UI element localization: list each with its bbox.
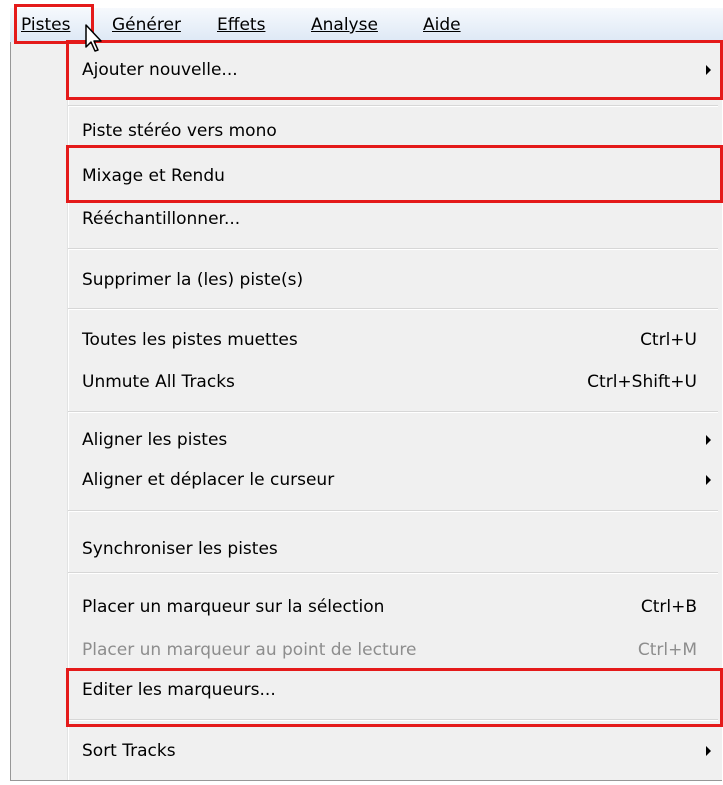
submenu-arrow-icon [706, 65, 711, 75]
menu-separator [68, 411, 718, 413]
menu-item-aligner-deplacer-curseur[interactable]: Aligner et déplacer le curseur [11, 463, 723, 497]
menu-item-supprimer-pistes[interactable]: Supprimer la (les) piste(s) [11, 263, 723, 297]
menu-item-marqueur-point-lecture: Placer un marqueur au point de lecture C… [11, 633, 723, 667]
menu-separator [68, 572, 718, 574]
menu-item-shortcut: Ctrl+M [637, 640, 697, 660]
submenu-arrow-icon [706, 475, 711, 485]
menu-item-label: Editer les marqueurs... [82, 680, 276, 700]
menu-item-reechantillonner[interactable]: Rééchantillonner... [11, 202, 723, 236]
menu-item-label: Mixage et Rendu [82, 166, 225, 186]
menu-item-label: Ajouter nouvelle... [82, 60, 238, 80]
menu-pistes[interactable]: Pistes [17, 13, 74, 37]
menu-analyse-label: Analyse [311, 15, 378, 35]
menu-item-label: Synchroniser les pistes [82, 539, 278, 559]
menu-item-label: Sort Tracks [82, 741, 176, 761]
menu-item-label: Aligner et déplacer le curseur [82, 470, 335, 490]
menu-item-ajouter-nouvelle[interactable]: Ajouter nouvelle... [11, 53, 723, 87]
menu-item-editer-marqueurs[interactable]: Editer les marqueurs... [11, 673, 723, 707]
menu-effets-label: Effets [217, 15, 266, 35]
menu-item-unmute-all-tracks[interactable]: Unmute All Tracks Ctrl+Shift+U [11, 365, 723, 399]
menu-item-label: Rééchantillonner... [82, 209, 241, 229]
menu-bar: Pistes Générer Effets Analyse Aide [10, 8, 723, 43]
menu-item-pistes-muettes[interactable]: Toutes les pistes muettes Ctrl+U [11, 323, 723, 357]
menu-generer[interactable]: Générer [108, 13, 185, 37]
menu-separator [68, 308, 718, 310]
mouse-pointer-icon [85, 24, 102, 52]
menu-item-label: Supprimer la (les) piste(s) [82, 270, 304, 290]
menu-item-sort-tracks[interactable]: Sort Tracks [11, 734, 723, 768]
menu-item-label: Aligner les pistes [82, 430, 228, 450]
menu-separator [68, 719, 718, 721]
menu-item-shortcut: Ctrl+Shift+U [587, 372, 697, 392]
menu-item-label: Unmute All Tracks [82, 372, 235, 392]
submenu-arrow-icon [706, 746, 711, 756]
menu-item-synchroniser-pistes[interactable]: Synchroniser les pistes [11, 532, 723, 566]
menu-separator [68, 510, 718, 512]
menu-aide[interactable]: Aide [419, 13, 465, 37]
menu-separator [68, 248, 718, 250]
menu-generer-label: Générer [112, 15, 181, 35]
menu-item-mixage-et-rendu[interactable]: Mixage et Rendu [11, 159, 723, 193]
menu-analyse[interactable]: Analyse [307, 13, 382, 37]
menu-pistes-label: Pistes [21, 15, 71, 35]
menu-item-stereo-vers-mono[interactable]: Piste stéréo vers mono [11, 114, 723, 148]
menu-effets[interactable]: Effets [213, 13, 269, 37]
menu-item-label: Placer un marqueur au point de lecture [82, 640, 417, 660]
menu-item-label: Piste stéréo vers mono [82, 121, 277, 141]
menu-item-shortcut: Ctrl+B [640, 597, 697, 617]
menu-item-label: Toutes les pistes muettes [82, 330, 298, 350]
menu-aide-label: Aide [423, 15, 461, 35]
pistes-dropdown-menu: Ajouter nouvelle... Piste stéréo vers mo… [10, 42, 722, 781]
menu-item-label: Placer un marqueur sur la sélection [82, 597, 385, 617]
menu-separator [68, 105, 718, 107]
menu-item-aligner-pistes[interactable]: Aligner les pistes [11, 423, 723, 457]
submenu-arrow-icon [706, 435, 711, 445]
menu-item-marqueur-selection[interactable]: Placer un marqueur sur la sélection Ctrl… [11, 590, 723, 624]
menu-item-shortcut: Ctrl+U [640, 330, 697, 350]
